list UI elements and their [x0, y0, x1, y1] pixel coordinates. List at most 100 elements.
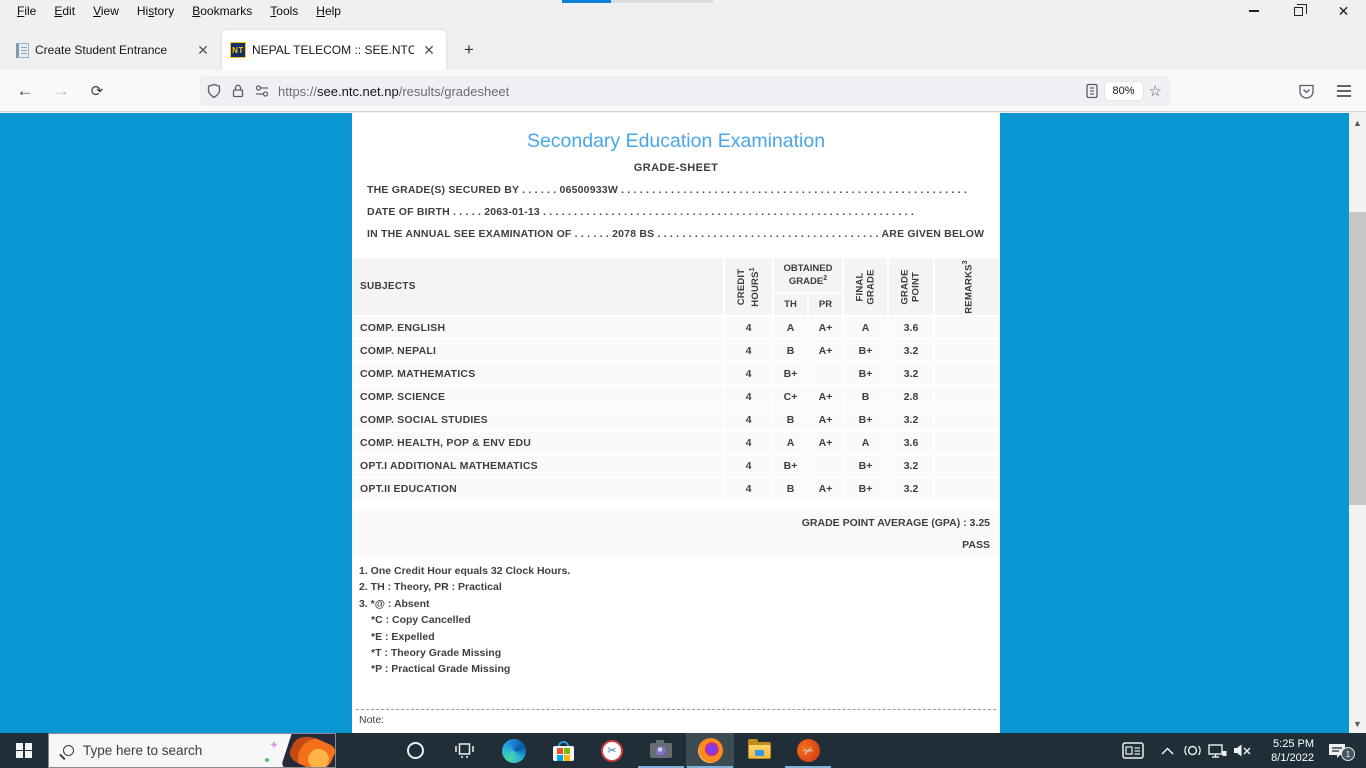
- store-icon: [553, 741, 574, 761]
- clock-date: 8/1/2022: [1271, 751, 1314, 765]
- reload-button[interactable]: ⟳: [84, 70, 110, 112]
- menu-history[interactable]: History: [128, 2, 183, 20]
- camera-button[interactable]: [637, 733, 685, 768]
- window-controls: ✕: [1231, 0, 1366, 22]
- cell-pr: A+: [809, 409, 842, 430]
- minimize-button[interactable]: [1231, 0, 1276, 22]
- menu-help[interactable]: Help: [307, 2, 350, 20]
- scissors-app-button[interactable]: ✂: [784, 733, 832, 768]
- cell-point: 3.6: [889, 317, 933, 338]
- new-tab-button[interactable]: +: [455, 36, 483, 64]
- task-view-button[interactable]: [440, 733, 488, 768]
- note-line: *C : Copy Cancelled: [359, 612, 570, 628]
- firefox-button[interactable]: [686, 733, 734, 768]
- cell-point: 3.2: [889, 363, 933, 384]
- cell-th: B: [774, 340, 807, 361]
- close-button[interactable]: ✕: [1321, 0, 1366, 22]
- page-title: Secondary Education Examination: [352, 130, 1000, 153]
- cell-final: B+: [844, 409, 887, 430]
- scroll-down-icon[interactable]: ▼: [1349, 716, 1366, 731]
- hamburger-menu-icon[interactable]: [1330, 70, 1358, 112]
- volume-button[interactable]: [1229, 733, 1255, 768]
- lock-icon[interactable]: [231, 83, 245, 99]
- cell-final: A: [844, 432, 887, 453]
- cell-remarks: [935, 432, 1000, 453]
- back-button[interactable]: ←: [12, 70, 38, 112]
- cell-point: 3.2: [889, 340, 933, 361]
- page-scrollbar[interactable]: ▲ ▼: [1349, 113, 1366, 733]
- cell-pr: A+: [809, 478, 842, 499]
- scissors-app-icon: ✂: [793, 736, 822, 765]
- cell-point: 3.2: [889, 409, 933, 430]
- tab-nepal-telecom[interactable]: NT NEPAL TELECOM :: SEE.NTC.NET ✕: [222, 30, 446, 70]
- menu-bar: FileEditViewHistoryBookmarksToolsHelp: [0, 0, 1366, 22]
- menu-bookmarks[interactable]: Bookmarks: [183, 2, 261, 20]
- search-placeholder: Type here to search: [83, 743, 202, 758]
- news-widget-button[interactable]: [1116, 733, 1150, 768]
- scrollbar-thumb[interactable]: [1349, 212, 1366, 505]
- gpa-line: GRADE POINT AVERAGE (GPA) : 3.25: [802, 517, 990, 529]
- start-button[interactable]: [0, 733, 48, 768]
- snip-tool-button[interactable]: ✂: [588, 733, 636, 768]
- note-line: *T : Theory Grade Missing: [359, 645, 570, 661]
- cell-final: B+: [844, 363, 887, 384]
- tab-title: NEPAL TELECOM :: SEE.NTC.NET: [252, 43, 414, 57]
- table-row: COMP. ENGLISH4AA+A3.6: [352, 317, 1000, 338]
- edge-button[interactable]: [490, 733, 538, 768]
- url-bar[interactable]: https://see.ntc.net.np/results/gradeshee…: [200, 76, 1170, 106]
- menu-edit[interactable]: Edit: [45, 2, 84, 20]
- restore-button[interactable]: [1276, 0, 1321, 22]
- cell-subject: COMP. HEALTH, POP & ENV EDU: [352, 432, 723, 453]
- url-text[interactable]: https://see.ntc.net.np/results/gradeshee…: [278, 84, 1085, 99]
- cell-remarks: [935, 340, 1000, 361]
- camera-icon: [650, 743, 672, 758]
- network-icon: [1208, 743, 1227, 759]
- bookmark-star-icon[interactable]: ☆: [1149, 82, 1162, 100]
- close-icon: ✕: [1338, 4, 1350, 18]
- firefox-icon: [698, 738, 723, 763]
- search-decoration: ✦: [263, 734, 335, 768]
- tray-expand-button[interactable]: [1155, 733, 1179, 768]
- menu-file[interactable]: File: [8, 2, 45, 20]
- table-row: OPT.I ADDITIONAL MATHEMATICS4B+B+3.2: [352, 455, 1000, 476]
- taskbar-search[interactable]: Type here to search ✦: [48, 733, 336, 768]
- col-subjects: SUBJECTS: [352, 258, 723, 315]
- zoom-level-badge[interactable]: 80%: [1105, 82, 1143, 100]
- examination-line: IN THE ANNUAL SEE EXAMINATION OF . . . .…: [367, 228, 988, 240]
- tab-create-student-entrance[interactable]: Create Student Entrance ✕: [8, 30, 220, 70]
- col-remarks: REMARKS3: [935, 258, 1000, 315]
- minimize-icon: [1249, 10, 1259, 12]
- cell-subject: COMP. SOCIAL STUDIES: [352, 409, 723, 430]
- cell-final: B+: [844, 455, 887, 476]
- menu-tools[interactable]: Tools: [261, 2, 307, 20]
- pocket-icon[interactable]: [1292, 70, 1320, 112]
- note-line: 2. TH : Theory, PR : Practical: [359, 579, 570, 595]
- file-explorer-button[interactable]: [735, 733, 783, 768]
- menu-view[interactable]: View: [84, 2, 128, 20]
- cell-remarks: [935, 386, 1000, 407]
- chevron-up-icon: [1161, 747, 1174, 755]
- meet-now-button[interactable]: [1180, 733, 1204, 768]
- tab-close-icon[interactable]: ✕: [420, 41, 438, 59]
- tab-close-icon[interactable]: ✕: [194, 41, 212, 59]
- navigation-toolbar: ← → ⟳ https://see.ntc.net.np/results/gra…: [0, 70, 1366, 112]
- col-final-grade: FINAL GRADE: [844, 258, 887, 315]
- cell-pr: A+: [809, 432, 842, 453]
- taskbar-clock[interactable]: 5:25 PM 8/1/2022: [1254, 733, 1314, 768]
- scroll-up-icon[interactable]: ▲: [1349, 115, 1366, 130]
- permissions-icon[interactable]: [254, 83, 270, 99]
- cortana-button[interactable]: [391, 733, 439, 768]
- cell-th: B+: [774, 363, 807, 384]
- note-line: *P : Practical Grade Missing: [359, 661, 570, 677]
- cortana-icon: [407, 742, 424, 759]
- cell-subject: COMP. ENGLISH: [352, 317, 723, 338]
- cell-pr: [809, 363, 842, 384]
- forward-button[interactable]: →: [48, 70, 74, 112]
- notification-badge: 1: [1341, 747, 1355, 761]
- col-grade-point: GRADE POINT: [889, 258, 933, 315]
- network-button[interactable]: [1204, 733, 1230, 768]
- shield-icon[interactable]: [206, 83, 222, 99]
- reader-view-icon[interactable]: [1085, 83, 1099, 99]
- table-row: COMP. MATHEMATICS4B+B+3.2: [352, 363, 1000, 384]
- store-button[interactable]: [539, 733, 587, 768]
